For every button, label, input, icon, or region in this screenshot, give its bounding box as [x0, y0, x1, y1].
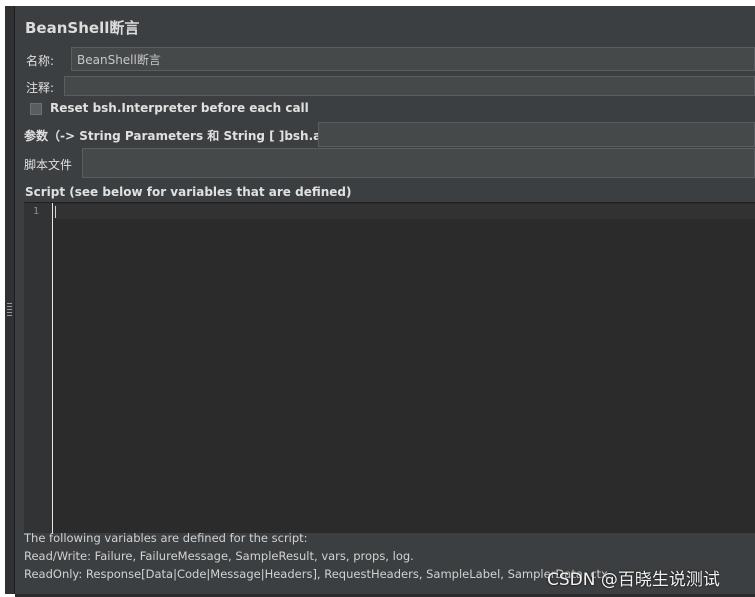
script-file-label: 脚本文件 — [24, 158, 73, 172]
parameters-input[interactable] — [318, 122, 755, 147]
text-caret — [55, 206, 56, 218]
beanshell-assertion-panel: BeanShell断言 名称: BeanShell断言 注释: Reset bs… — [15, 6, 755, 594]
line-number: 1 — [33, 206, 40, 217]
script-file-input[interactable] — [82, 148, 755, 178]
info-line-1: The following variables are defined for … — [24, 531, 308, 545]
comments-label: 注释: — [26, 81, 55, 95]
splitter-grip-icon[interactable] — [7, 303, 12, 317]
line-number-gutter: 1 — [24, 203, 53, 533]
script-editor[interactable]: 1 — [24, 202, 755, 533]
script-section-label: Script (see below for variables that are… — [25, 185, 352, 199]
info-line-3: ReadOnly: Response[Data|Code|Message|Hea… — [24, 567, 608, 581]
reset-interpreter-label[interactable]: Reset bsh.Interpreter before each call — [50, 101, 309, 115]
window: BeanShell断言 名称: BeanShell断言 注释: Reset bs… — [0, 0, 755, 597]
watermark: CSDN @百晓生说测试 — [547, 570, 720, 590]
comments-input[interactable] — [64, 76, 755, 96]
reset-interpreter-checkbox[interactable] — [30, 103, 42, 115]
splitter-strip[interactable] — [5, 6, 15, 594]
name-input[interactable]: BeanShell断言 — [71, 47, 755, 71]
name-label: 名称: — [26, 54, 55, 68]
current-line-highlight — [53, 204, 755, 219]
info-line-2: Read/Write: Failure, FailureMessage, Sam… — [24, 549, 414, 563]
panel-title: BeanShell断言 — [25, 19, 140, 37]
parameters-label: 参数（-> String Parameters 和 String [ ]bsh.… — [24, 129, 355, 143]
